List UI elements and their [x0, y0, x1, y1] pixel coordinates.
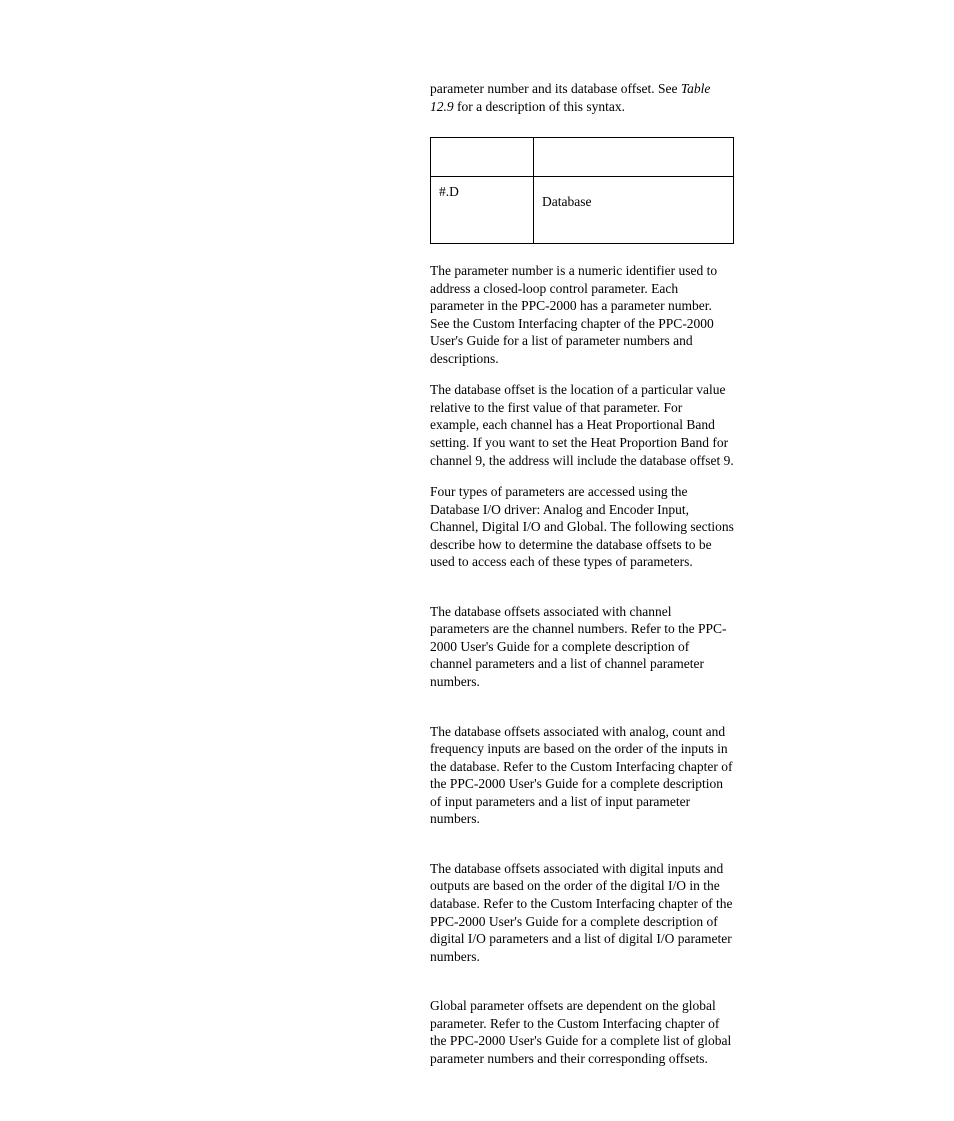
- paragraph-channel-params: The database offsets associated with cha…: [430, 603, 734, 691]
- paragraph-parameter-number: The parameter number is a numeric identi…: [430, 262, 734, 367]
- intro-text-before: parameter number and its database offset…: [430, 81, 681, 96]
- table-header-right: [534, 138, 734, 177]
- paragraph-parameter-types: Four types of parameters are accessed us…: [430, 483, 734, 571]
- table-cell-right: Database: [534, 177, 734, 244]
- table-cell-left: #.D: [431, 177, 534, 244]
- intro-paragraph: parameter number and its database offset…: [430, 80, 734, 115]
- table-header-left: [431, 138, 534, 177]
- paragraph-digital-io: The database offsets associated with dig…: [430, 860, 734, 965]
- syntax-table: #.D Database: [430, 137, 734, 244]
- paragraph-analog-inputs: The database offsets associated with ana…: [430, 723, 734, 828]
- intro-text-after: for a description of this syntax.: [454, 99, 625, 114]
- paragraph-database-offset: The database offset is the location of a…: [430, 381, 734, 469]
- paragraph-global-params: Global parameter offsets are dependent o…: [430, 997, 734, 1067]
- document-page: parameter number and its database offset…: [0, 0, 954, 1121]
